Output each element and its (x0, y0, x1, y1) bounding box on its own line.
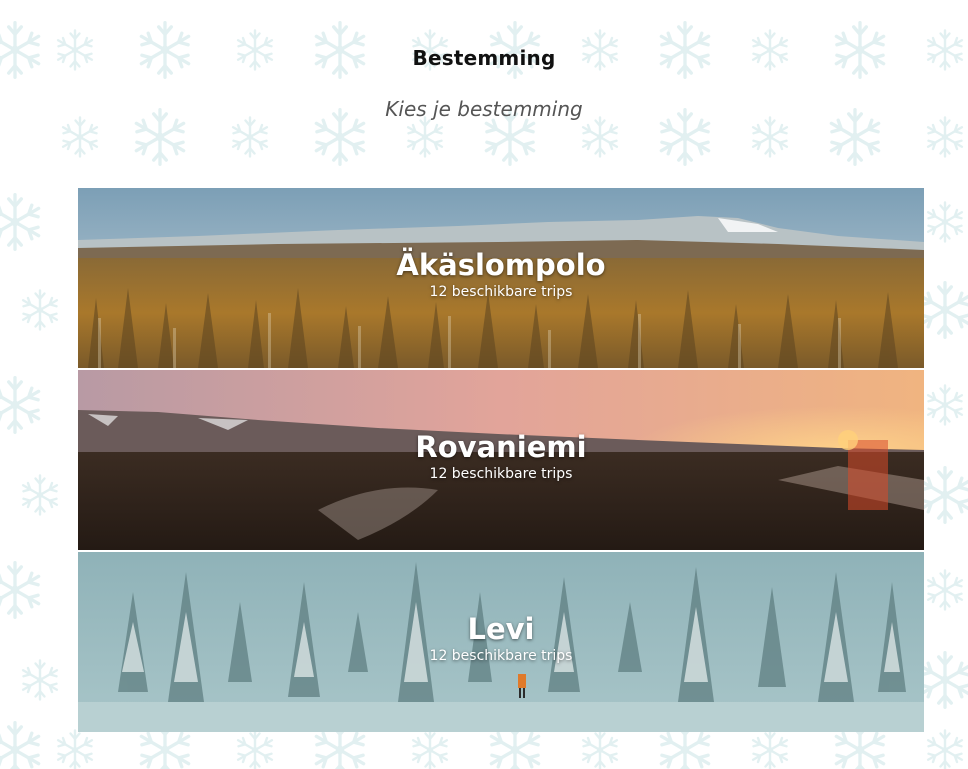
snowflake-icon (926, 384, 964, 426)
snowflake-icon (751, 116, 789, 158)
snowflake-icon (0, 721, 41, 769)
snowflake-icon (581, 116, 619, 158)
destination-trip-count: 12 beschikbare trips (429, 284, 573, 300)
page-title: Bestemming (412, 46, 556, 70)
snowflake-icon (919, 651, 968, 709)
snowflake-icon (0, 193, 41, 251)
snowflake-icon (231, 116, 269, 158)
destination-name: Äkäslompolo (396, 248, 606, 282)
snowflake-icon (21, 289, 59, 331)
snowflake-icon (411, 729, 449, 769)
snowflake-icon (21, 474, 59, 516)
snowflake-icon (926, 116, 964, 158)
destination-card-akaslompolo[interactable]: Äkäslompolo 12 beschikbare trips (78, 188, 924, 368)
destination-card-rovaniemi[interactable]: Rovaniemi 12 beschikbare trips (78, 370, 924, 550)
page-subtitle: Kies je bestemming (385, 97, 583, 121)
snowflake-icon (581, 729, 619, 769)
snowflake-icon (919, 281, 968, 339)
destination-name: Levi (467, 612, 535, 646)
destination-name: Rovaniemi (415, 430, 587, 464)
snowflake-icon (926, 201, 964, 243)
snowflake-icon (926, 569, 964, 611)
snowflake-icon (751, 729, 789, 769)
destination-trip-count: 12 beschikbare trips (429, 466, 573, 482)
snowflake-icon (236, 729, 274, 769)
snowflake-icon (61, 116, 99, 158)
destination-card-levi[interactable]: Levi 12 beschikbare trips (78, 552, 924, 732)
destination-list: Äkäslompolo 12 beschikbare trips Rovanie… (78, 188, 924, 733)
destination-trip-count: 12 beschikbare trips (429, 648, 573, 664)
snowflake-icon (56, 729, 94, 769)
snowflake-icon (0, 376, 41, 434)
snowflake-icon (21, 659, 59, 701)
snowflake-icon (926, 729, 964, 769)
snowflake-icon (919, 466, 968, 524)
snowflake-icon (406, 116, 444, 158)
snowflake-icon (0, 561, 41, 619)
